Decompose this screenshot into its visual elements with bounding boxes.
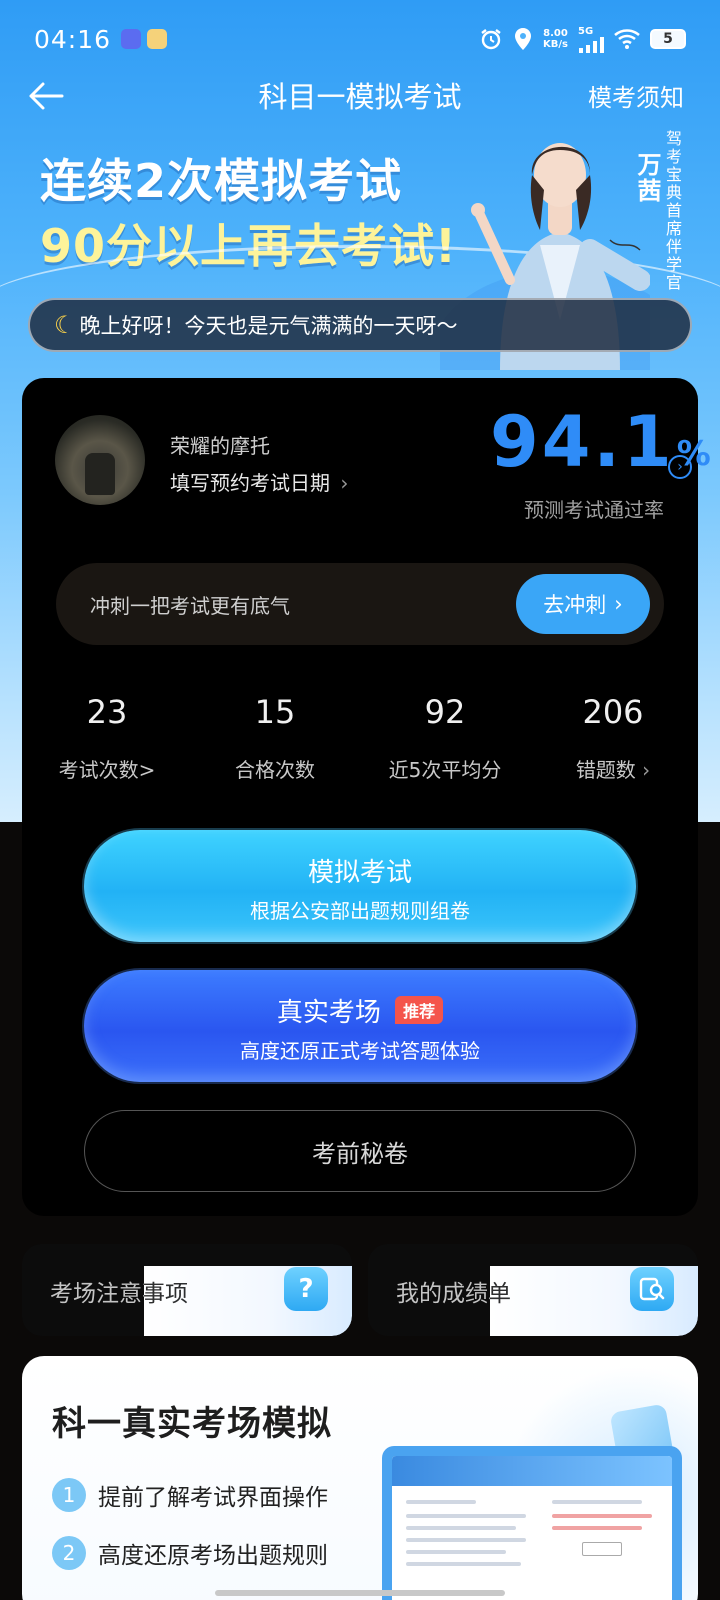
stat-wrong-count[interactable]: 206 错题数 › <box>528 690 698 783</box>
exam-screen-illustration <box>382 1446 682 1600</box>
feature-text: 提前了解考试界面操作 <box>98 1485 328 1511</box>
stat-value: 206 <box>582 693 644 731</box>
real-exam-title: 真实考场 <box>276 998 381 1028</box>
pass-rate-label: 预测考试通过率 <box>524 498 664 522</box>
pass-rate-detail-icon[interactable]: › <box>668 455 692 479</box>
wifi-icon <box>614 29 640 49</box>
presenter-title: 驾考宝典首席伴学官 <box>663 130 682 292</box>
simulation-feature: 1 提前了解考试界面操作 <box>52 1478 328 1512</box>
signal-icon <box>579 36 604 53</box>
greeting-text: 晚上好呀！今天也是元气满满的一天呀～ <box>79 314 458 338</box>
score-report-card[interactable]: 我的成绩单 <box>368 1244 698 1336</box>
simulation-feature: 2 高度还原考场出题规则 <box>52 1536 328 1570</box>
home-indicator[interactable] <box>215 1590 505 1596</box>
stat-value: 15 <box>254 693 296 731</box>
chevron-right-icon: › <box>614 592 623 616</box>
sprint-button[interactable]: 去冲刺 › <box>516 574 650 634</box>
score-report-label: 我的成绩单 <box>396 1281 511 1307</box>
stat-label: 考试次数> <box>58 758 156 782</box>
sprint-button-label: 去冲刺 <box>543 593 607 617</box>
sprint-text: 冲刺一把考试更有底气 <box>90 593 290 618</box>
alarm-icon <box>481 29 501 50</box>
real-exam-simulation-card[interactable]: 科一真实考场模拟 1 提前了解考试界面操作 2 高度还原考场出题规则 <box>22 1356 698 1600</box>
question-icon: ? <box>284 1267 328 1311</box>
stat-label: 近5次平均分 <box>388 758 502 782</box>
stat-exam-count[interactable]: 23 考试次数> <box>22 690 192 783</box>
vivo-app-icon <box>121 29 142 49</box>
mock-exam-subtitle: 根据公安部出题规则组卷 <box>250 899 470 923</box>
exam-notes-card[interactable]: 考场注意事项 ? <box>22 1244 352 1336</box>
moon-icon: ☾ <box>54 311 76 339</box>
nav-bar: 科目一模拟考试 模考须知 <box>0 70 720 120</box>
exam-date-link-label: 填写预约考试日期 <box>170 471 330 495</box>
battery-indicator: 5 <box>650 29 686 49</box>
greeting-bar: ☾ 晚上好呀！今天也是元气满满的一天呀～ <box>28 298 692 352</box>
real-exam-button[interactable]: 真实考场 推荐 高度还原正式考试答题体验 <box>84 970 636 1082</box>
net-speed: 8.00 KB/s <box>543 28 568 50</box>
feature-text: 高度还原考场出题规则 <box>98 1543 328 1569</box>
stat-value: 23 <box>86 693 128 731</box>
feature-number: 1 <box>52 1478 86 1512</box>
net-speed-value: 8.00 <box>543 28 568 39</box>
exam-notes-label: 考场注意事项 <box>50 1281 188 1307</box>
net-type: 5G <box>578 25 594 37</box>
feature-number: 2 <box>52 1536 86 1570</box>
user-name: 荣耀的摩托 <box>170 434 270 458</box>
chevron-right-icon: › <box>340 471 349 495</box>
stat-value: 92 <box>424 693 466 731</box>
sprint-bar: 冲刺一把考试更有底气 去冲刺 › <box>56 563 664 645</box>
stat-label: 合格次数 <box>235 758 315 782</box>
back-arrow-icon[interactable] <box>26 78 66 114</box>
net-speed-unit: KB/s <box>543 39 568 50</box>
exam-date-link[interactable]: 填写预约考试日期 › <box>170 467 348 496</box>
notification-app-icon <box>147 29 168 49</box>
secret-paper-button[interactable]: 考前秘卷 <box>84 1110 636 1192</box>
mock-exam-button[interactable]: 模拟考试 根据公安部出题规则组卷 <box>84 830 636 942</box>
simulation-title: 科一真实考场模拟 <box>52 1404 332 1444</box>
chevron-right-icon: › <box>642 758 651 782</box>
status-time: 04:16 <box>34 24 112 54</box>
stat-average-score: 92 近5次平均分 <box>360 690 530 783</box>
avatar[interactable] <box>55 415 145 505</box>
secret-paper-label: 考前秘卷 <box>312 1139 408 1168</box>
mock-exam-title: 模拟考试 <box>307 858 412 888</box>
location-icon <box>515 28 532 50</box>
banner-headline: 连续2次模拟考试 <box>40 154 403 208</box>
page-title: 科目一模拟考试 <box>258 80 462 114</box>
real-exam-subtitle: 高度还原正式考试答题体验 <box>240 1039 480 1063</box>
exam-notice-link[interactable]: 模考须知 <box>588 78 684 113</box>
stat-pass-count: 15 合格次数 <box>190 690 360 783</box>
recommend-badge: 推荐 <box>395 996 444 1024</box>
pass-rate-value: 94.1 <box>490 401 675 483</box>
stat-label-wrap: 错题数 › <box>528 754 698 783</box>
status-bar: 04:16 8.00 KB/s 5G 5 <box>0 0 720 78</box>
report-search-icon <box>630 1267 674 1311</box>
stat-label: 错题数 <box>575 758 636 782</box>
